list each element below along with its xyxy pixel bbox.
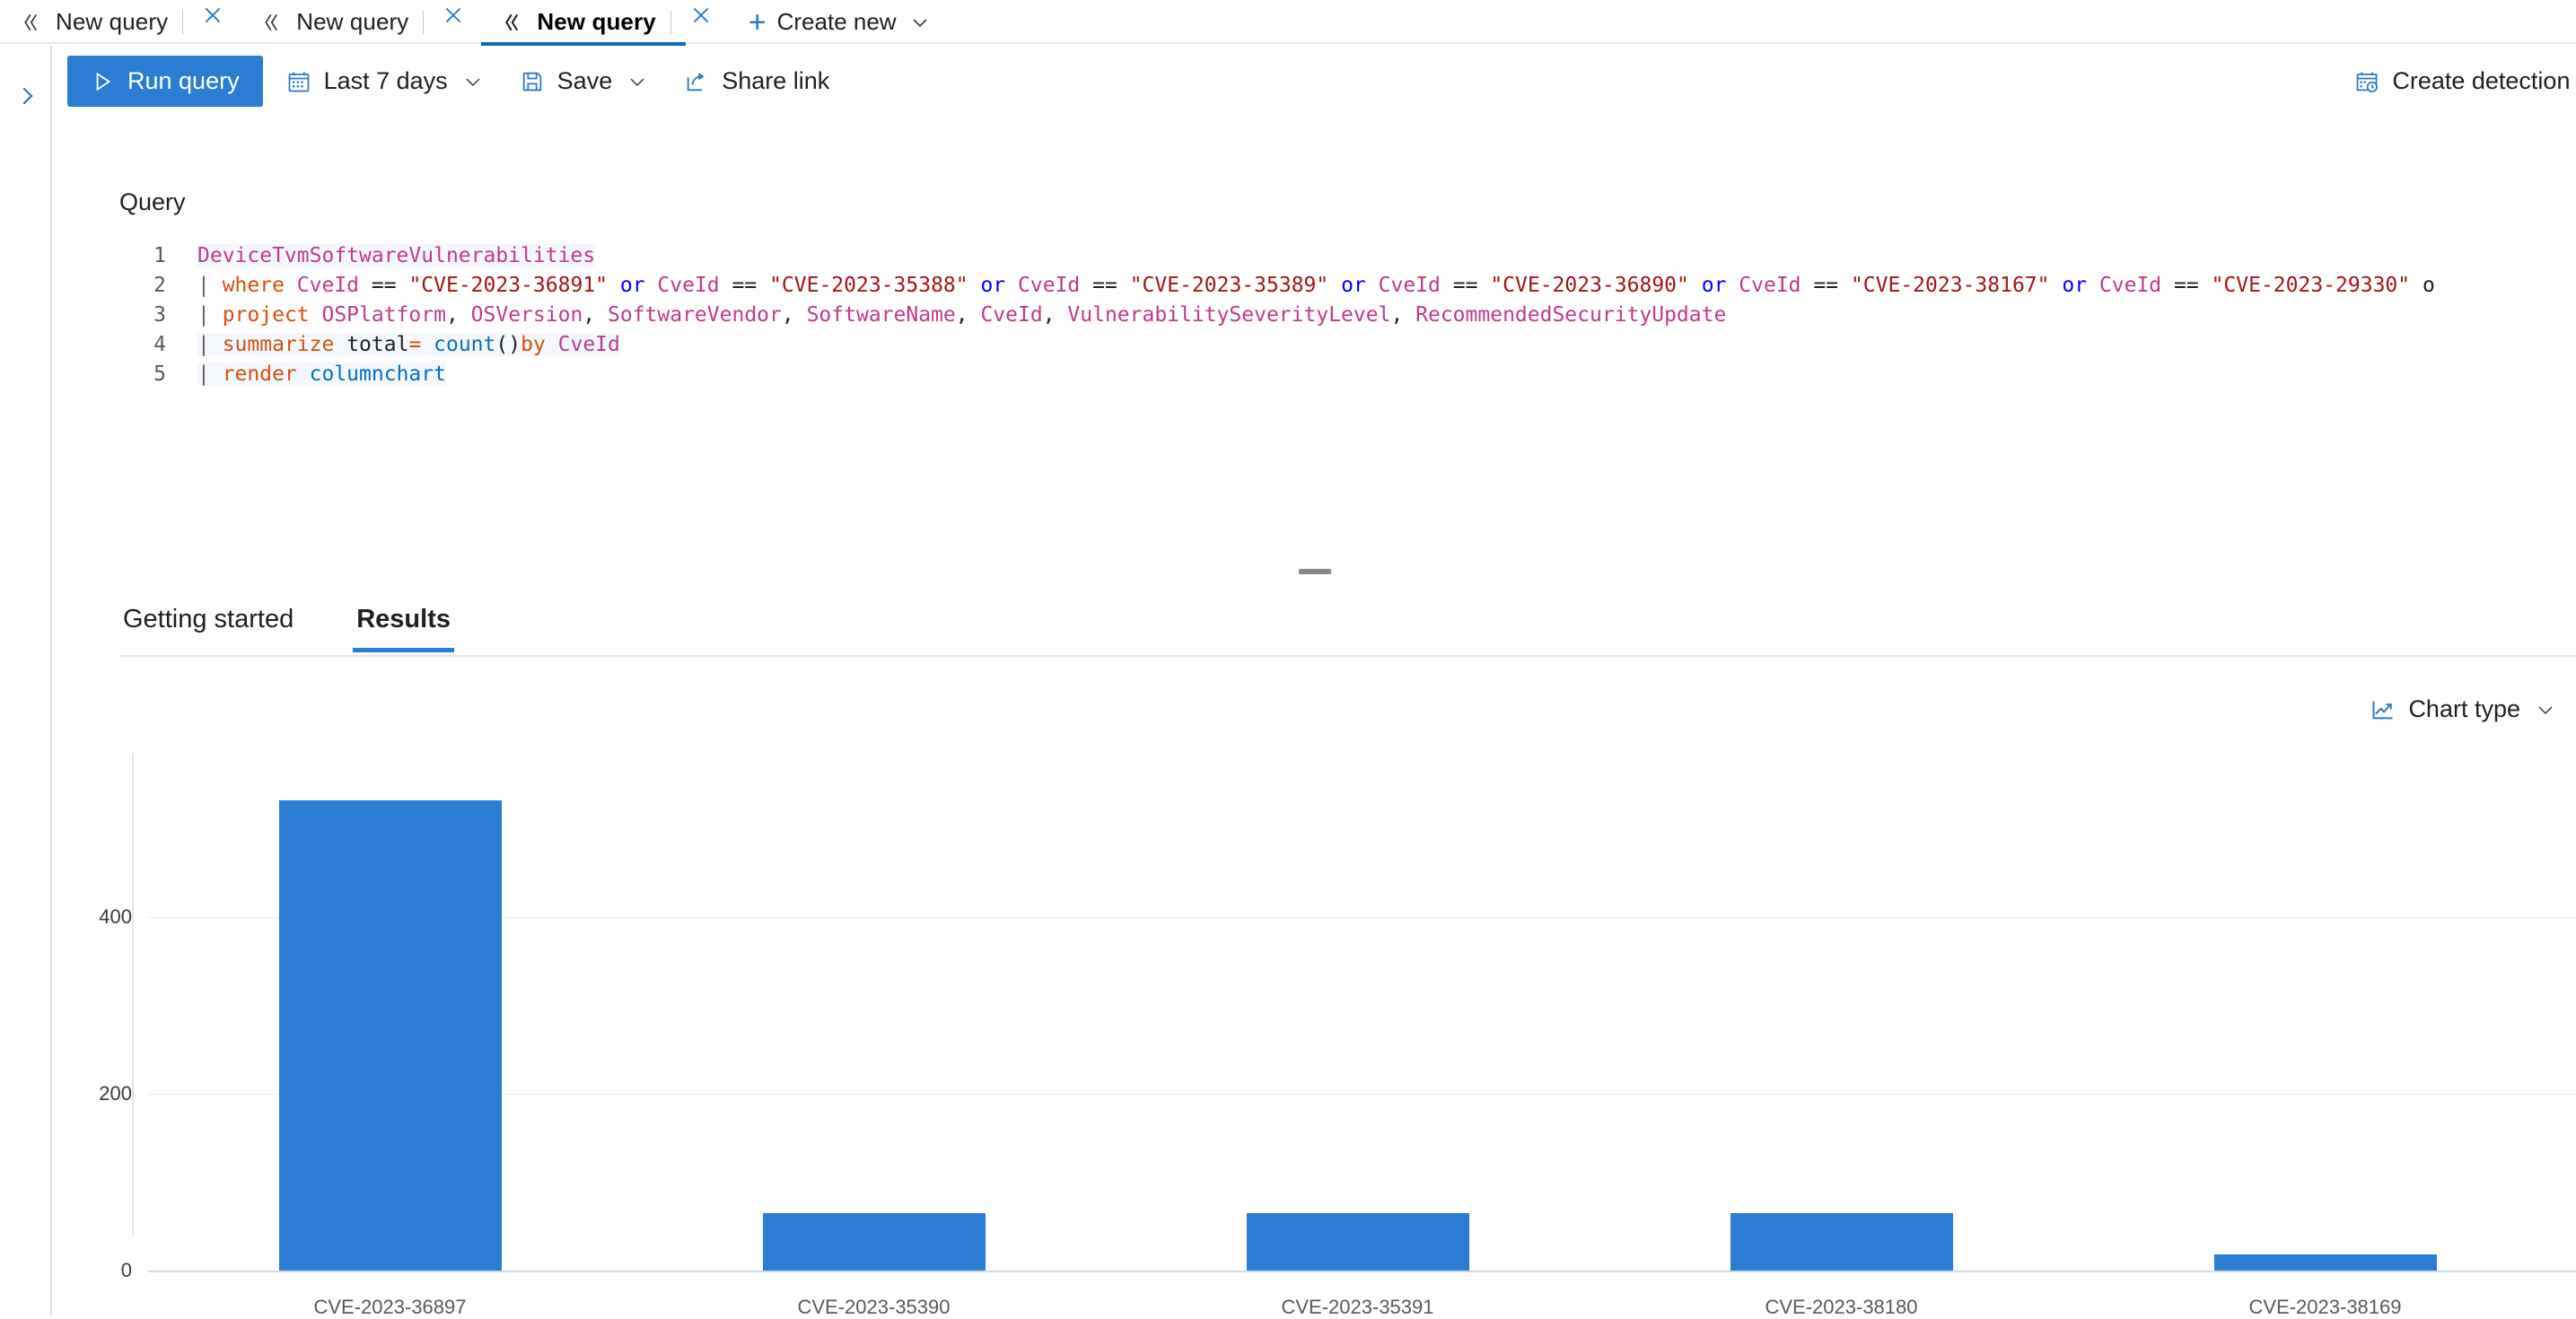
code-line: 3 | project OSPlatform, OSVersion, Softw… — [119, 300, 2576, 329]
y-tick-label: 400 — [99, 905, 132, 929]
share-link-button[interactable]: Share link — [671, 56, 842, 107]
create-new-button[interactable]: + Create new — [729, 0, 945, 44]
code-line: 4 | summarize total= count()by CveId — [119, 329, 2576, 359]
line-number: 2 — [153, 273, 166, 297]
tab-results[interactable]: Results — [353, 605, 454, 652]
splitter-grip — [1299, 569, 1331, 574]
y-tick-label: 200 — [99, 1082, 132, 1105]
tab-divider — [670, 10, 671, 34]
query-editor[interactable]: 1 DeviceTvmSoftwareVulnerabilities 2 | w… — [119, 240, 2576, 510]
query-tab-strip: New query New query New query + Create n… — [0, 0, 2576, 46]
chart-bar[interactable] — [2213, 1254, 2437, 1271]
chart-y-axis — [132, 754, 134, 1235]
gridline — [148, 1271, 2576, 1272]
line-number: 5 — [153, 362, 166, 386]
save-icon — [520, 69, 545, 94]
close-icon[interactable] — [686, 0, 716, 31]
close-icon[interactable] — [438, 0, 469, 31]
run-query-label: Run query — [127, 67, 240, 94]
chevron-down-icon — [2535, 699, 2556, 721]
x-tick-label: CVE-2023-35390 — [797, 1296, 951, 1318]
share-link-label: Share link — [722, 67, 830, 94]
query-section-label: Query — [119, 188, 186, 215]
x-tick-label: CVE-2023-38180 — [1765, 1296, 1918, 1318]
y-tick-label: 0 — [120, 1259, 132, 1281]
chart-bar[interactable] — [1730, 1213, 1953, 1271]
query-tab-2[interactable]: New query — [241, 0, 438, 44]
code-line-text: | render columnchart — [197, 362, 446, 386]
results-divider — [119, 655, 2576, 657]
run-query-button[interactable]: Run query — [67, 56, 263, 107]
create-detection-rule-button[interactable]: Create detection rule — [2342, 56, 2576, 107]
chart-bar[interactable] — [762, 1213, 986, 1271]
query-tab-1[interactable]: New query — [0, 0, 197, 44]
query-tab-label: New query — [296, 8, 409, 35]
plus-icon: + — [748, 4, 767, 39]
save-label: Save — [556, 67, 613, 94]
create-new-label: Create new — [776, 8, 897, 35]
code-line: 2 | where CveId == "CVE-2023-36891" or C… — [119, 270, 2576, 300]
line-chart-icon — [2370, 697, 2396, 722]
command-bar: Run query Last 7 days Save Share link Cr… — [54, 46, 2576, 117]
time-range-button[interactable]: Last 7 days — [274, 56, 496, 107]
code-icon — [503, 11, 526, 34]
chart-bar[interactable] — [1246, 1213, 1469, 1271]
tab-divider — [182, 10, 184, 34]
code-line-text: | summarize total= count()by CveId — [197, 332, 620, 356]
chart-type-button[interactable]: Chart type — [2370, 695, 2556, 723]
calendar-clock-icon — [2354, 69, 2379, 94]
chart-type-label: Chart type — [2408, 695, 2520, 722]
chart-bar[interactable] — [278, 799, 502, 1271]
left-navigation-rail — [0, 46, 52, 1315]
code-line-text: | where CveId == "CVE-2023-36891" or Cve… — [197, 273, 2435, 297]
gridline — [148, 917, 2576, 919]
code-line: 5 | render columnchart — [119, 359, 2576, 389]
time-range-label: Last 7 days — [323, 67, 448, 94]
editor-results-splitter[interactable] — [54, 565, 2576, 578]
chevron-down-icon — [626, 71, 648, 92]
close-icon[interactable] — [197, 0, 228, 31]
play-icon — [91, 70, 114, 93]
query-tab-3[interactable]: New query — [481, 0, 687, 46]
x-tick-label: CVE-2023-35391 — [1281, 1296, 1434, 1318]
line-number: 1 — [153, 243, 166, 267]
calendar-icon — [286, 69, 311, 94]
code-icon — [262, 11, 285, 34]
code-icon — [22, 11, 45, 34]
code-line-text: | project OSPlatform, OSVersion, Softwar… — [197, 302, 1727, 327]
query-tab-label: New query — [56, 8, 169, 35]
save-button[interactable]: Save — [507, 56, 662, 107]
tab-divider — [423, 10, 425, 34]
x-tick-label: CVE-2023-38169 — [2248, 1296, 2402, 1318]
line-number: 4 — [153, 332, 166, 356]
code-line-text: DeviceTvmSoftwareVulnerabilities — [197, 243, 596, 267]
gridline — [148, 1094, 2576, 1096]
line-number: 3 — [153, 302, 166, 327]
results-column-chart: 0 200 400 CVE-2023-36897 CVE-2023-35390 CVE-… — [85, 754, 2576, 1318]
share-icon — [684, 69, 709, 94]
create-detection-rule-label: Create detection rule — [2392, 67, 2576, 94]
query-tab-label: New query — [537, 8, 656, 35]
x-tick-label: CVE-2023-36897 — [313, 1296, 467, 1318]
chevron-down-icon — [462, 71, 484, 92]
tab-getting-started[interactable]: Getting started — [119, 605, 297, 652]
code-line: 1 DeviceTvmSoftwareVulnerabilities — [119, 240, 2576, 270]
results-tab-bar: Getting started Results — [119, 588, 510, 652]
chevron-right-icon[interactable] — [13, 82, 41, 110]
chevron-down-icon — [909, 12, 931, 33]
